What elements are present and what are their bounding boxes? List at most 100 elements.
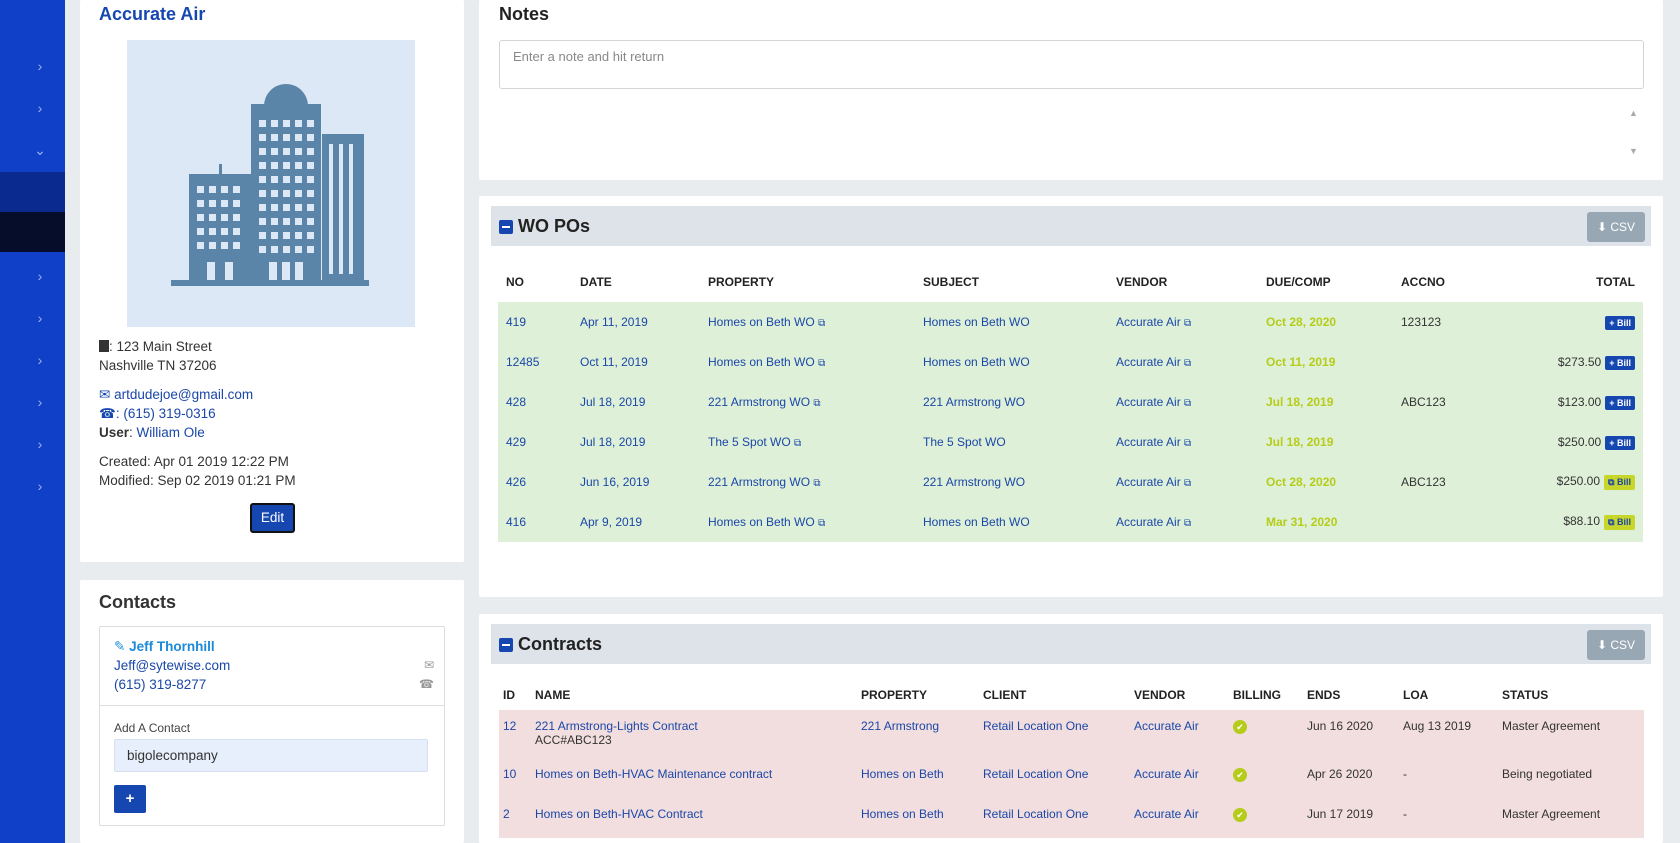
po-number[interactable]: 428 [498, 382, 572, 422]
col-header[interactable]: NAME [527, 680, 853, 710]
contract-vendor[interactable]: Accurate Air [1126, 798, 1225, 838]
envelope-icon[interactable]: ✉ [424, 658, 434, 672]
table-row[interactable]: 419 Apr 11, 2019 Homes on Beth WO ⧉ Homes o… [498, 302, 1643, 342]
col-header[interactable]: TOTAL [1493, 262, 1643, 302]
property-link[interactable]: Homes on Beth WO [708, 515, 815, 529]
vendor-link[interactable]: Accurate Air [1116, 355, 1181, 369]
chevron-down-icon[interactable]: ⌄ [33, 142, 47, 159]
vendor-link[interactable]: Accurate Air [1116, 435, 1181, 449]
bill-button[interactable]: ⧉ Bill [1604, 475, 1635, 490]
po-property[interactable]: 221 Armstrong WO ⧉ [700, 382, 915, 422]
contract-vendor[interactable]: Accurate Air [1126, 758, 1225, 798]
col-header[interactable]: PROPERTY [853, 680, 975, 710]
property-link[interactable]: 221 Armstrong WO [708, 395, 810, 409]
vendor-link[interactable]: Accurate Air [1116, 515, 1181, 529]
po-vendor[interactable]: Accurate Air ⧉ [1108, 422, 1258, 462]
po-number[interactable]: 426 [498, 462, 572, 502]
bill-button[interactable]: + Bill [1605, 355, 1635, 370]
vendor-link[interactable]: Accurate Air [1116, 475, 1181, 489]
property-link[interactable]: 221 Armstrong WO [708, 475, 810, 489]
property-link[interactable]: Homes on Beth WO [708, 315, 815, 329]
col-header[interactable]: DATE [572, 262, 700, 302]
contract-name[interactable]: 221 Armstrong-Lights Contract ACC#ABC123 [527, 710, 853, 758]
edit-button[interactable]: Edit [250, 503, 295, 533]
contract-id[interactable]: 2 [499, 798, 527, 838]
col-header[interactable]: SUBJECT [915, 262, 1108, 302]
contract-property[interactable]: 221 Armstrong [853, 710, 975, 758]
po-vendor[interactable]: Accurate Air ⧉ [1108, 382, 1258, 422]
wo-pos-title[interactable]: WO POs [499, 216, 590, 237]
table-row[interactable]: 10 Homes on Beth-HVAC Maintenance contrac… [499, 758, 1644, 798]
chevron-right-icon[interactable]: › [33, 478, 47, 494]
col-header[interactable]: NO [498, 262, 572, 302]
contract-client[interactable]: Retail Location One [975, 758, 1126, 798]
add-contact-input[interactable]: bigolecompany [114, 739, 428, 772]
col-header[interactable]: ID [499, 680, 527, 710]
po-property[interactable]: Homes on Beth WO ⧉ [700, 342, 915, 382]
po-vendor[interactable]: Accurate Air ⧉ [1108, 342, 1258, 382]
col-header[interactable]: BILLING [1225, 680, 1299, 710]
sidebar-item-active[interactable] [0, 172, 65, 212]
col-header[interactable]: DUE/COMP [1258, 262, 1393, 302]
po-number[interactable]: 429 [498, 422, 572, 462]
scroll-down-icon[interactable]: ▼ [1629, 146, 1638, 156]
po-subject[interactable]: Homes on Beth WO [915, 502, 1108, 542]
po-vendor[interactable]: Accurate Air ⧉ [1108, 302, 1258, 342]
po-subject[interactable]: The 5 Spot WO [915, 422, 1108, 462]
bill-button[interactable]: ⧉ Bill [1604, 515, 1635, 530]
scroll-up-icon[interactable]: ▲ [1629, 108, 1638, 118]
po-subject[interactable]: Homes on Beth WO [915, 342, 1108, 382]
property-link[interactable]: The 5 Spot WO [708, 435, 791, 449]
contract-client[interactable]: Retail Location One [975, 710, 1126, 758]
contracts-title[interactable]: Contracts [499, 634, 602, 655]
table-row[interactable]: 416 Apr 9, 2019 Homes on Beth WO ⧉ Homes on… [498, 502, 1643, 542]
po-subject[interactable]: 221 Armstrong WO [915, 382, 1108, 422]
contract-name[interactable]: Homes on Beth-HVAC Contract [527, 798, 853, 838]
chevron-right-icon[interactable]: › [33, 352, 47, 368]
table-row[interactable]: 12485 Oct 11, 2019 Homes on Beth WO ⧉ Homes… [498, 342, 1643, 382]
contact-name[interactable]: ✎ Jeff Thornhill [114, 639, 215, 655]
po-subject[interactable]: Homes on Beth WO [915, 302, 1108, 342]
company-email-link[interactable]: artdudejoe@gmail.com [114, 387, 253, 402]
po-subject[interactable]: 221 Armstrong WO [915, 462, 1108, 502]
po-property[interactable]: The 5 Spot WO ⧉ [700, 422, 915, 462]
chevron-right-icon[interactable]: › [33, 268, 47, 284]
vendor-link[interactable]: Accurate Air [1116, 315, 1181, 329]
contract-id[interactable]: 12 [499, 710, 527, 758]
contract-property[interactable]: Homes on Beth [853, 758, 975, 798]
po-property[interactable]: Homes on Beth WO ⧉ [700, 502, 915, 542]
po-number[interactable]: 419 [498, 302, 572, 342]
collapse-icon[interactable] [499, 219, 513, 234]
sidebar-item-selected[interactable] [0, 212, 65, 252]
contract-name-link[interactable]: 221 Armstrong-Lights Contract [535, 719, 698, 733]
contract-client[interactable]: Retail Location One [975, 798, 1126, 838]
col-header[interactable]: LOA [1395, 680, 1494, 710]
po-vendor[interactable]: Accurate Air ⧉ [1108, 462, 1258, 502]
company-phone[interactable]: : (615) 319-0316 [116, 406, 216, 421]
po-property[interactable]: Homes on Beth WO ⧉ [700, 302, 915, 342]
col-header[interactable]: VENDOR [1126, 680, 1225, 710]
bill-button[interactable]: + Bill [1605, 435, 1635, 450]
chevron-right-icon[interactable]: › [33, 310, 47, 326]
col-header[interactable]: VENDOR [1108, 262, 1258, 302]
bill-button[interactable]: + Bill [1605, 315, 1635, 330]
contract-name-link[interactable]: Homes on Beth-HVAC Maintenance contract [535, 767, 772, 781]
contact-email[interactable]: Jeff@sytewise.com [114, 658, 230, 673]
table-row[interactable]: 428 Jul 18, 2019 221 Armstrong WO ⧉ 221 Arm… [498, 382, 1643, 422]
contract-name-link[interactable]: Homes on Beth-HVAC Contract [535, 807, 703, 821]
col-header[interactable]: STATUS [1494, 680, 1644, 710]
po-property[interactable]: 221 Armstrong WO ⧉ [700, 462, 915, 502]
chevron-right-icon[interactable]: › [33, 436, 47, 452]
table-row[interactable]: 429 Jul 18, 2019 The 5 Spot WO ⧉ The 5 Spot… [498, 422, 1643, 462]
bill-button[interactable]: + Bill [1605, 395, 1635, 410]
po-number[interactable]: 416 [498, 502, 572, 542]
contract-vendor[interactable]: Accurate Air [1126, 710, 1225, 758]
po-number[interactable]: 12485 [498, 342, 572, 382]
contract-name[interactable]: Homes on Beth-HVAC Maintenance contract [527, 758, 853, 798]
add-contact-button[interactable]: + [114, 785, 146, 813]
col-header[interactable]: ENDS [1299, 680, 1395, 710]
note-input[interactable]: Enter a note and hit return [499, 40, 1644, 89]
table-row[interactable]: 426 Jun 16, 2019 221 Armstrong WO ⧉ 221 Arm… [498, 462, 1643, 502]
chevron-right-icon[interactable]: › [33, 394, 47, 410]
property-link[interactable]: Homes on Beth WO [708, 355, 815, 369]
